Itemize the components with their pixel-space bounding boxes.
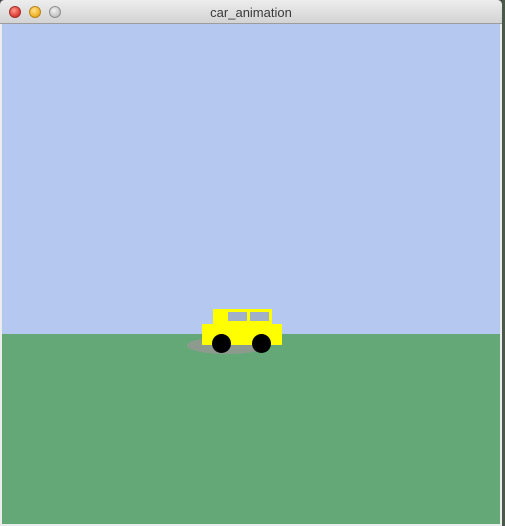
app-window: car_animation bbox=[0, 0, 502, 526]
title-bar[interactable]: car_animation bbox=[0, 0, 502, 24]
car-window-front bbox=[228, 312, 247, 321]
car-wheel-rear bbox=[212, 334, 231, 353]
ground bbox=[2, 334, 500, 524]
car-window-rear bbox=[250, 312, 269, 321]
car-wheel-front bbox=[252, 334, 271, 353]
animation-canvas[interactable] bbox=[2, 24, 500, 524]
sky bbox=[2, 24, 500, 334]
window-title: car_animation bbox=[210, 5, 292, 20]
